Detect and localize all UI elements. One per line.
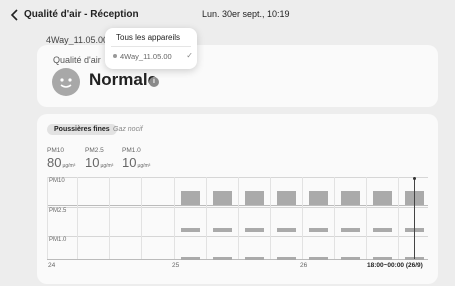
bar-pm25 [309, 228, 328, 232]
dropdown-item-label: 4Way_11.05.00 [120, 52, 172, 61]
page-title: Qualité d'air - Réception [24, 9, 139, 20]
reading-value: 10 [122, 155, 137, 170]
reading-value: 80 [47, 155, 62, 170]
reading-pm10: PM10 80µg/m³ [47, 147, 75, 172]
reading-label: PM2.5 [85, 147, 104, 154]
bar-pm1 [277, 257, 296, 260]
bar-pm1 [309, 257, 328, 260]
tab-fine-dust[interactable]: Poussières fines [47, 124, 117, 135]
bar-pm25 [373, 228, 392, 232]
header: Qualité d'air - Réception Lun. 30er sept… [0, 0, 455, 30]
reading-unit: µg/m³ [62, 163, 76, 169]
reading-label: PM10 [47, 147, 64, 154]
dropdown-divider [111, 46, 191, 47]
bar-pm1 [373, 257, 392, 260]
bar-pm10 [213, 191, 232, 205]
back-chevron-icon[interactable] [8, 8, 22, 22]
x-label-selected: 18:00~00:00 (26/9) [367, 262, 423, 269]
reading-value: 10 [85, 155, 100, 170]
bar-pm10 [309, 191, 328, 205]
status-dot-icon [113, 54, 117, 58]
reading-label: PM1.0 [122, 147, 141, 154]
device-selector[interactable]: 4Way_11.05.00 [46, 35, 108, 45]
bar-pm1 [245, 257, 264, 260]
x-label: 25 [172, 262, 180, 269]
bar-pm25 [341, 228, 360, 232]
check-icon: ✓ [186, 51, 193, 60]
bar-pm10 [277, 191, 296, 205]
bar-pm25 [277, 228, 296, 232]
reading-unit: µg/m³ [137, 163, 151, 169]
x-label: 24 [48, 262, 56, 269]
dropdown-item-device[interactable]: 4Way_11.05.00 ✓ [113, 51, 193, 64]
pollutant-card: Poussières fines Gaz nocif PM10 80µg/m³ … [37, 114, 438, 284]
bar-pm25 [245, 228, 264, 232]
reading-pm10-small: PM1.0 10µg/m³ [122, 147, 150, 172]
bar-pm25 [181, 228, 200, 232]
bar-pm1 [341, 257, 360, 260]
bar-pm1 [213, 257, 232, 260]
tab-harmful-gas[interactable]: Gaz nocif [113, 126, 143, 133]
air-quality-card: Qualité d'air Normale i [37, 45, 438, 107]
bar-pm1 [181, 257, 200, 260]
pollutant-chart: PM10 PM2.5 PM1.0 24 25 26 18:00~00:00 (2… [47, 177, 428, 269]
selection-dot [413, 177, 416, 180]
row-label-pm25: PM2.5 [49, 208, 67, 214]
device-dropdown: Tous les appareils 4Way_11.05.00 ✓ [105, 28, 197, 69]
date-time: Lun. 30er sept., 10:19 [202, 9, 290, 19]
bar-pm10 [181, 191, 200, 205]
bar-pm25 [213, 228, 232, 232]
bar-pm10 [341, 191, 360, 205]
quality-label: Qualité d'air [53, 55, 101, 65]
dropdown-title[interactable]: Tous les appareils [116, 33, 180, 42]
row-label-pm10-small: PM1.0 [49, 237, 67, 243]
chart-svg [47, 177, 428, 260]
info-icon[interactable]: i [149, 77, 159, 87]
quality-status: Normale [89, 70, 158, 89]
bar-pm10 [373, 191, 392, 205]
x-label: 26 [300, 262, 308, 269]
bar-pm10 [245, 191, 264, 205]
reading-pm25: PM2.5 10µg/m³ [85, 147, 113, 172]
reading-unit: µg/m³ [100, 163, 114, 169]
row-label-pm10: PM10 [49, 178, 65, 184]
smiley-face-icon [52, 68, 80, 96]
